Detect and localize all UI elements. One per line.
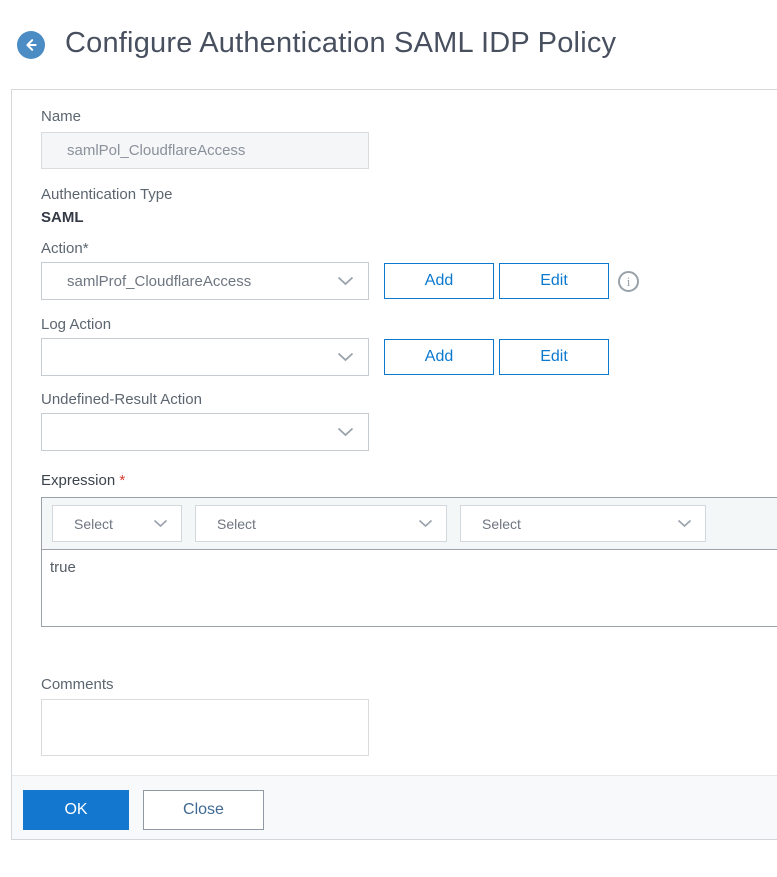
arrow-left-icon	[23, 37, 39, 53]
ok-button[interactable]: OK	[23, 790, 129, 830]
action-edit-button[interactable]: Edit	[499, 263, 609, 299]
undefined-result-action-label: Undefined-Result Action	[41, 391, 202, 408]
name-label: Name	[41, 108, 82, 125]
action-label: Action*	[41, 240, 89, 257]
undefined-result-action-dropdown[interactable]	[41, 413, 369, 451]
expression-label: Expression *	[41, 472, 126, 489]
chevron-down-icon	[677, 519, 692, 528]
expression-input[interactable]: true	[42, 550, 777, 626]
chevron-down-icon	[337, 276, 354, 286]
close-button[interactable]: Close	[143, 790, 264, 830]
expression-select-3[interactable]: Select	[460, 505, 706, 542]
back-button[interactable]	[17, 31, 45, 59]
log-action-dropdown[interactable]	[41, 338, 369, 376]
footer-bar: OK Close	[12, 775, 777, 840]
comments-label: Comments	[41, 676, 114, 693]
action-add-button[interactable]: Add	[384, 263, 494, 299]
chevron-down-icon	[337, 427, 354, 437]
log-action-add-button[interactable]: Add	[384, 339, 494, 375]
action-required-marker: *	[82, 240, 89, 257]
expression-select-1[interactable]: Select	[52, 505, 182, 542]
page-title: Configure Authentication SAML IDP Policy	[65, 27, 617, 59]
page-header: Configure Authentication SAML IDP Policy	[0, 0, 777, 89]
comments-input[interactable]	[41, 699, 369, 756]
auth-type-label: Authentication Type	[41, 186, 173, 203]
chevron-down-icon	[418, 519, 433, 528]
auth-type-value: SAML	[41, 209, 84, 226]
chevron-down-icon	[153, 519, 168, 528]
action-dropdown-value: samlProf_CloudflareAccess	[67, 272, 252, 290]
expression-editor: Select Select Select true	[41, 497, 777, 627]
form-panel: Name Authentication Type SAML Action* sa…	[11, 89, 777, 840]
action-dropdown[interactable]: samlProf_CloudflareAccess	[41, 262, 369, 300]
expression-required-marker: *	[119, 472, 126, 489]
log-action-label: Log Action	[41, 316, 112, 333]
name-input[interactable]	[41, 132, 369, 169]
info-icon[interactable]: i	[618, 271, 639, 292]
expression-select-2[interactable]: Select	[195, 505, 447, 542]
chevron-down-icon	[337, 352, 354, 362]
expression-toolbar: Select Select Select	[42, 498, 777, 550]
log-action-edit-button[interactable]: Edit	[499, 339, 609, 375]
